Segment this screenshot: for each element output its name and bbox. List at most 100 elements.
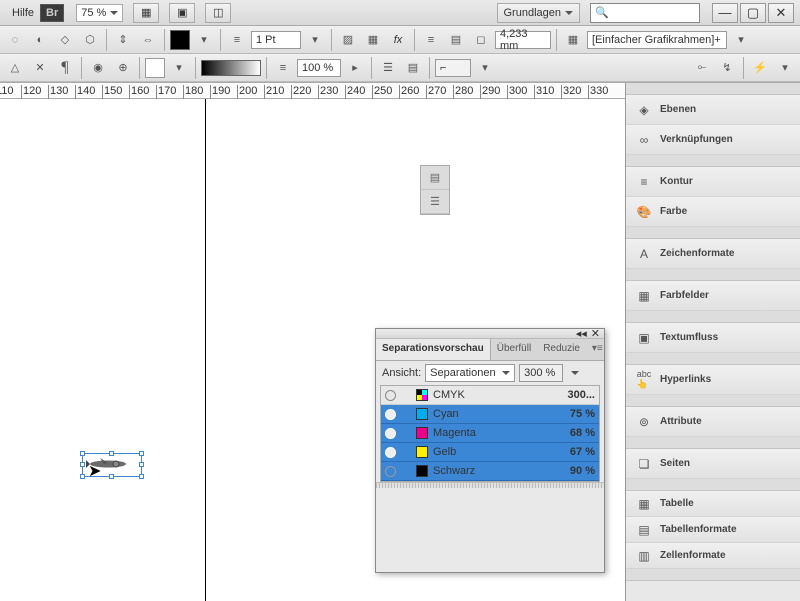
gradient-bar[interactable] <box>201 60 261 76</box>
text-tool-icon[interactable]: ¶ <box>54 57 76 79</box>
tab-overprint[interactable]: Überfüll <box>491 339 537 360</box>
visibility-icon[interactable] <box>385 390 396 401</box>
tool-icon[interactable]: ⇕ <box>112 29 134 51</box>
ink-swatch-icon <box>416 465 428 477</box>
panel-tabelle[interactable]: ▦Tabelle <box>626 491 800 517</box>
chevron-right-icon[interactable]: ▸ <box>344 57 366 79</box>
align-icon[interactable]: ≡ <box>420 29 442 51</box>
panel-zellenformate[interactable]: ▥Zellenformate <box>626 543 800 569</box>
maximize-button[interactable]: ▢ <box>740 3 766 23</box>
chevron-down-icon[interactable]: ▾ <box>474 57 496 79</box>
visibility-icon[interactable] <box>385 428 396 439</box>
stroke-align-icon[interactable]: ≡ <box>226 29 248 51</box>
align-icon[interactable]: ▤ <box>402 57 424 79</box>
lightning-icon[interactable]: ⚡ <box>749 57 771 79</box>
tool-icon[interactable]: ◇ <box>54 29 76 51</box>
toolbars: ◌ ◐ ◇ ⬡ ⇕ ⇔ ▾ ≡ 1 Pt ▾ ▨ ▦ fx ≡ ▤ ◻ 4,23… <box>0 26 800 83</box>
ink-row[interactable]: Gelb 67 % <box>381 443 599 462</box>
table-icon: ▦ <box>636 496 652 512</box>
menu-help[interactable]: Hilfe <box>6 7 40 19</box>
chevron-down-icon[interactable]: ▾ <box>730 29 752 51</box>
chevron-down-icon[interactable]: ▾ <box>304 29 326 51</box>
view-button-1[interactable]: ▦ <box>133 3 159 23</box>
minimize-button[interactable]: — <box>712 3 738 23</box>
percent-field[interactable]: 100 % <box>297 59 341 77</box>
panel-textumfluss[interactable]: ▣Textumfluss <box>626 323 800 353</box>
align-icon[interactable]: ▤ <box>445 29 467 51</box>
zoom-value: 75 % <box>81 7 106 19</box>
panel-farbe[interactable]: 🎨Farbe <box>626 197 800 227</box>
view-button-2[interactable]: ▣ <box>169 3 195 23</box>
fill-swatch[interactable] <box>170 30 190 50</box>
ink-row[interactable]: Cyan 75 % <box>381 405 599 424</box>
panel-hyperlinks[interactable]: abc👆Hyperlinks <box>626 365 800 395</box>
ink-row[interactable]: Magenta 68 % <box>381 424 599 443</box>
separations-panel[interactable]: ◂◂✕ Separationsvorschau Überfüll Reduzie… <box>375 328 605 573</box>
tool-icon[interactable]: ✕ <box>29 57 51 79</box>
chevron-down-icon[interactable]: ▾ <box>168 57 190 79</box>
view-button-3[interactable]: ◫ <box>205 3 231 23</box>
object-style-field[interactable]: [Einfacher Grafikrahmen]+ <box>587 31 727 49</box>
workspace-switcher[interactable]: Grundlagen <box>497 3 581 23</box>
window-controls: — ▢ ✕ <box>710 3 794 23</box>
pages-icon: ❏ <box>636 456 652 472</box>
corner-field[interactable]: ⌐ <box>435 59 471 77</box>
ink-row-cmyk[interactable]: CMYK 300... <box>381 386 599 405</box>
cursor-arrow-icon: ➤ <box>88 461 101 481</box>
panel-tabellenformate[interactable]: ▤Tabellenformate <box>626 517 800 543</box>
char-style-icon: A <box>636 246 652 262</box>
crop-icon[interactable]: ◻ <box>470 29 492 51</box>
menu-icon[interactable]: ▾ <box>774 57 796 79</box>
panel-zeichenformate[interactable]: AZeichenformate <box>626 239 800 269</box>
tool-icon[interactable]: ◌ <box>4 29 26 51</box>
ink-row[interactable]: Schwarz 90 % <box>381 462 599 481</box>
collapsed-panel-dock[interactable]: ▤ ☰ <box>420 165 450 215</box>
ink-swatch-icon <box>416 427 428 439</box>
search-input[interactable]: 🔍 <box>590 3 700 23</box>
collapsed-panel-icon[interactable]: ☰ <box>421 190 449 214</box>
stroke-swatch[interactable] <box>145 58 165 78</box>
textwrap-icon: ▣ <box>636 330 652 346</box>
panel-farbfelder[interactable]: ▦Farbfelder <box>626 281 800 311</box>
bridge-button[interactable]: Br <box>40 4 64 22</box>
page-edge <box>205 99 206 601</box>
canvas[interactable]: 1101201301401501601701801902002102202302… <box>0 83 625 601</box>
tool-icon[interactable]: ◐ <box>29 29 51 51</box>
panel-verknuepfungen[interactable]: ∞Verknüpfungen <box>626 125 800 155</box>
tool-icon[interactable]: ⊕ <box>112 57 134 79</box>
tab-separations[interactable]: Separationsvorschau <box>376 339 491 360</box>
tool-icon[interactable]: ◉ <box>87 57 109 79</box>
visibility-icon[interactable] <box>385 409 396 420</box>
tool-icon[interactable]: ▦ <box>362 29 384 51</box>
zoom-field[interactable]: 75 % <box>76 4 123 22</box>
collapsed-panel-icon[interactable]: ▤ <box>421 166 449 190</box>
panel-ebenen[interactable]: ◈Ebenen <box>626 95 800 125</box>
tool-icon[interactable]: △ <box>4 57 26 79</box>
close-button[interactable]: ✕ <box>768 3 794 23</box>
panel-menu-icon[interactable]: ▾≡ <box>586 339 609 360</box>
cmyk-swatch-icon <box>416 389 428 401</box>
chevron-down-icon[interactable]: ▾ <box>193 29 215 51</box>
dimension-field[interactable]: 4,233 mm <box>495 31 551 49</box>
visibility-icon[interactable] <box>385 466 396 477</box>
tool-icon[interactable]: ▦ <box>562 29 584 51</box>
resize-grip[interactable] <box>376 482 604 488</box>
panel-attribute[interactable]: ⊚Attribute <box>626 407 800 437</box>
align-icon[interactable]: ☰ <box>377 57 399 79</box>
chevron-down-icon <box>571 371 579 375</box>
fx-icon[interactable]: fx <box>387 29 409 51</box>
stroke-weight-field[interactable]: 1 Pt <box>251 31 301 49</box>
panel-kontur[interactable]: ≡Kontur <box>626 167 800 197</box>
tool-icon[interactable]: ⬡ <box>79 29 101 51</box>
panel-icon[interactable]: ↯ <box>716 57 738 79</box>
stepper-icon[interactable]: ≡ <box>272 57 294 79</box>
tool-icon[interactable]: ⇔ <box>137 29 159 51</box>
swatches-icon: ▦ <box>636 288 652 304</box>
chevron-down-icon <box>565 11 573 15</box>
panel-seiten[interactable]: ❏Seiten <box>626 449 800 479</box>
view-select[interactable]: Separationen <box>425 364 515 382</box>
tab-flatten[interactable]: Reduzie <box>537 339 586 360</box>
panel-icon[interactable]: ⟜ <box>691 57 713 79</box>
tool-icon[interactable]: ▨ <box>337 29 359 51</box>
visibility-icon[interactable] <box>385 447 396 458</box>
